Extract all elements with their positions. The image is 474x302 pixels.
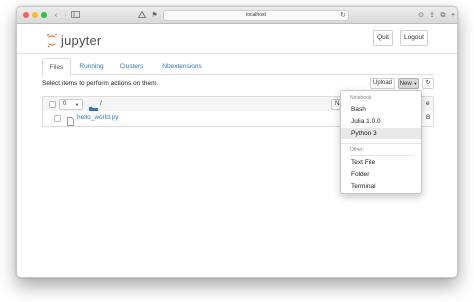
menu-item-python3[interactable]: Python 3 (341, 128, 421, 139)
upload-button[interactable]: Upload (370, 78, 395, 89)
new-dropdown-button[interactable]: New ▼ (398, 78, 419, 89)
tab-clusters[interactable]: Clusters (115, 58, 148, 75)
menu-item-terminal-label: Terminal (351, 183, 376, 190)
header-divider (17, 53, 457, 54)
menu-item-folder[interactable]: Folder (341, 169, 421, 180)
menu-item-text-file[interactable]: Text File (341, 157, 421, 168)
menu-item-julia[interactable]: Julia 1.0.0 (341, 116, 421, 127)
tab-bar: Files Running Clusters Nbextensions (42, 58, 434, 76)
row-checkbox[interactable] (54, 115, 61, 122)
menu-item-bash-label: Bash (351, 106, 366, 113)
caret-down-icon: ▼ (413, 81, 418, 86)
menu-item-bash[interactable]: Bash (341, 104, 421, 115)
tab-nbextensions-label: Nbextensions (162, 63, 202, 70)
select-all-checkbox[interactable] (49, 101, 56, 108)
new-tab-icon[interactable]: + (449, 11, 457, 20)
zoom-window-button[interactable] (41, 12, 47, 18)
menu-item-terminal[interactable]: Terminal (341, 181, 421, 192)
file-icon (67, 113, 74, 131)
file-name-link[interactable]: hello_world.py (77, 114, 119, 121)
tab-files[interactable]: Files (42, 58, 71, 76)
logout-label: Logout (404, 34, 424, 41)
menu-item-python3-label: Python 3 (351, 130, 377, 137)
refresh-icon: ↻ (425, 80, 431, 86)
tab-nbextensions[interactable]: Nbextensions (156, 58, 208, 75)
refresh-button[interactable]: ↻ (422, 78, 434, 89)
jupyter-logo[interactable]: jupyter (46, 32, 101, 48)
browser-window: ‹ › ⚑ localhost ↻ ⊙ ⇪ ⧉ + jupyter Quit L… (16, 6, 458, 278)
logout-button[interactable]: Logout (400, 30, 428, 46)
jupyter-logo-icon (47, 33, 57, 47)
tab-running[interactable]: Running (75, 58, 108, 75)
file-size-fragment: B (426, 114, 431, 121)
download-icon[interactable]: ⊙ (417, 11, 425, 20)
selection-count-dropdown[interactable]: 0 ▼ (59, 99, 83, 110)
new-label: New (399, 81, 412, 87)
menu-divider (350, 155, 414, 156)
quit-label: Quit (377, 34, 389, 41)
instructions-text: Select items to perform actions on them. (42, 80, 159, 87)
reload-icon[interactable]: ↻ (339, 11, 347, 20)
notebook-section-header: Notebook: (350, 95, 373, 101)
address-bar[interactable]: localhost (163, 10, 349, 21)
menu-item-julia-label: Julia 1.0.0 (351, 118, 381, 125)
selection-count: 0 (63, 101, 67, 107)
share-icon[interactable]: ⇪ (428, 11, 436, 20)
browser-toolbar: ‹ › ⚑ localhost ↻ ⊙ ⇪ ⧉ + (17, 7, 457, 24)
other-section-header: Other: (350, 147, 364, 153)
close-window-button[interactable] (23, 12, 29, 18)
tab-running-label: Running (79, 63, 104, 70)
menu-item-folder-label: Folder (351, 171, 370, 178)
minimize-window-button[interactable] (32, 12, 38, 18)
sidebar-icon[interactable] (71, 11, 80, 20)
tabs-overview-icon[interactable]: ⧉ (439, 11, 447, 20)
back-icon[interactable]: ‹ (52, 11, 60, 20)
menu-divider (341, 143, 421, 144)
tab-files-label: Files (49, 64, 64, 71)
menu-item-text-file-label: Text File (351, 159, 376, 166)
quit-button[interactable]: Quit (373, 30, 393, 46)
address-text: localhost (246, 12, 266, 18)
caret-down-icon: ▼ (75, 102, 79, 107)
extension-icon[interactable]: ⚑ (150, 11, 159, 20)
breadcrumb-root[interactable]: / (100, 100, 102, 107)
upload-label: Upload (372, 80, 392, 86)
warning-icon[interactable] (137, 10, 146, 20)
new-dropdown-menu: Notebook: Bash Julia 1.0.0 Python 3 Othe… (340, 90, 422, 194)
tab-clusters-label: Clusters (119, 63, 144, 70)
size-header-fragment: e (426, 100, 430, 107)
logo-text: jupyter (61, 32, 102, 48)
forward-icon[interactable]: › (61, 11, 69, 20)
